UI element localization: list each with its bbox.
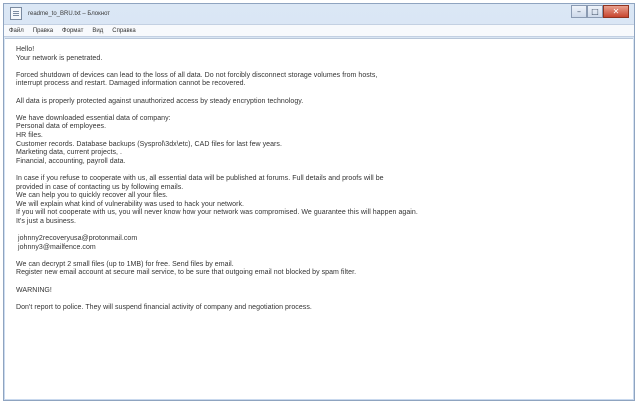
text-line: It's just a business. [16,217,76,225]
notepad-window: readme_to_BRU.txt – Блокнот – □ ✕ Файл П… [3,3,635,401]
text-line: provided in case of contacting us by fol… [16,183,184,191]
maximize-button[interactable]: □ [587,5,603,18]
text-line: interrupt process and restart. Damaged i… [16,80,246,88]
text-line: In case if you refuse to cooperate with … [16,174,384,182]
document-text: Hello! Your network is penetrated. Forced … [16,46,619,312]
menu-bar: Файл Правка Формат Вид Справка [4,24,634,37]
menu-file[interactable]: Файл [9,28,24,34]
text-line: Register new email account at secure mai… [16,269,357,277]
text-line: Your network is penetrated. [16,54,103,62]
menu-view[interactable]: Вид [92,28,103,34]
text-line: Hello! [16,46,35,53]
text-line: Forced shutdown of devices can lead to t… [16,71,378,79]
close-button[interactable]: ✕ [603,5,629,18]
text-line: Customer records. Database backups (Sysp… [16,140,282,148]
text-line: Don't report to police. They will suspen… [16,303,312,311]
text-line: If you will not cooperate with us, you w… [16,209,418,217]
menu-format[interactable]: Формат [62,28,83,34]
notepad-app-icon [10,7,22,20]
text-line: We have downloaded essential data of com… [16,114,171,122]
text-line: WARNING! [16,286,52,294]
text-editor-area[interactable]: Hello! Your network is penetrated. Forced … [5,38,633,399]
text-line: We will explain what kind of vulnerabili… [16,200,245,208]
text-line: We can help you to quickly recover all y… [16,192,168,200]
text-line: Marketing data, current projects, . [16,149,123,157]
text-line: Personal data of employees. [16,123,107,131]
menu-help[interactable]: Справка [112,28,136,34]
title-bar[interactable]: readme_to_BRU.txt – Блокнот – □ ✕ [4,4,634,23]
text-line: We can decrypt 2 small files (up to 1MB)… [16,260,234,268]
window-controls: – □ ✕ [571,5,629,18]
text-line: HR files. [16,131,43,139]
menu-edit[interactable]: Правка [33,28,53,34]
window-title: readme_to_BRU.txt – Блокнот [28,10,111,17]
text-line: johnny2recoveryusa@protonmail.com [16,235,138,243]
text-line: All data is properly protected against u… [16,97,304,105]
minimize-button[interactable]: – [571,5,587,18]
text-line: johnny3@mailfence.com [16,243,96,251]
text-line: Financial, accounting, payroll data. [16,157,126,165]
